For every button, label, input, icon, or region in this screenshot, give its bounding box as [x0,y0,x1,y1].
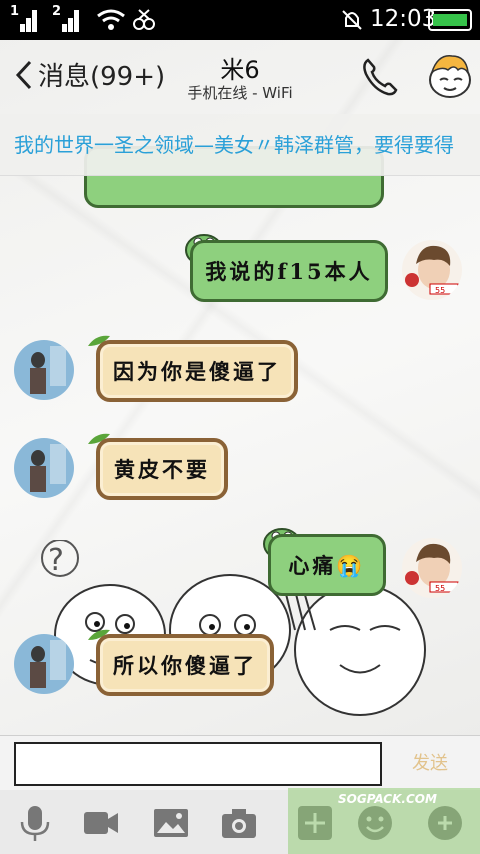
message-bubble[interactable]: 我说的f15本人 [190,240,388,302]
my-avatar[interactable]: 55 [402,240,462,300]
signal-icon: 1 [10,4,38,32]
phone-icon[interactable] [360,56,400,96]
banner-text: 我的世界一圣之领域—美女〃韩泽群管，要得要得 [14,133,454,157]
message-bubble[interactable]: 所以你傻逼了 [96,634,274,696]
message-bubble[interactable]: 心痛😭 [268,534,386,596]
video-icon[interactable] [82,804,120,842]
svg-text:55: 55 [435,584,445,593]
input-bar: 发送 [0,735,480,791]
friend-avatar[interactable] [426,52,474,100]
battery-icon [428,9,472,31]
group-notice-banner[interactable]: 我的世界一圣之领域—美女〃韩泽群管，要得要得 [0,114,480,176]
watermark-logo: SOGPACK.COM [288,788,480,854]
svg-text:55: 55 [435,286,445,295]
microphone-icon[interactable] [16,804,54,842]
message-input[interactable] [14,742,382,786]
contact-avatar[interactable] [14,438,74,498]
status-bar: 1 2 12:03 [0,0,480,40]
signal-icon: 2 [52,4,80,32]
image-icon[interactable] [152,804,190,842]
chat-header: 消息(99+) 米6 手机在线 - WiFi [0,40,480,114]
message-bubble[interactable]: 因为你是傻逼了 [96,340,298,402]
my-avatar[interactable]: 55 [402,538,462,598]
wifi-icon [97,9,125,30]
vibrate-off-icon [342,10,362,30]
contact-avatar[interactable] [14,340,74,400]
contact-status: 手机在线 - WiFi [187,84,293,102]
send-button[interactable]: 发送 [390,742,470,786]
camera-icon[interactable] [220,804,258,842]
contact-avatar[interactable] [14,634,74,694]
status-time: 12:03 [370,6,437,32]
contact-name: 米6 [220,56,260,84]
data-transfer-icon [133,9,155,30]
message-bubble[interactable]: 黄皮不要 [96,438,228,500]
